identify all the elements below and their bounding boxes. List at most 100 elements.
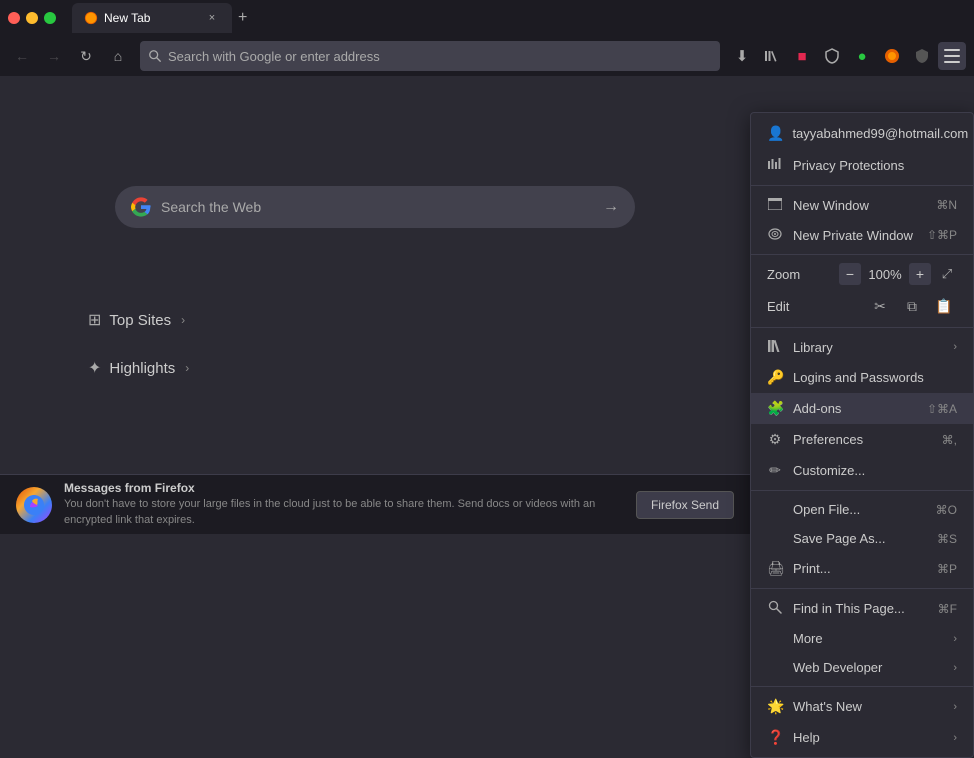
zoom-out-button[interactable]: − bbox=[839, 263, 861, 285]
help-item[interactable]: ❓ Help › bbox=[751, 722, 973, 753]
save-page-label: Save Page As... bbox=[767, 531, 927, 546]
page-wrapper: → ⊞ Top Sites › ✦ Highlights › bbox=[0, 76, 974, 534]
whats-new-item[interactable]: 🌟 What's New › bbox=[751, 691, 973, 722]
help-label: Help bbox=[793, 730, 943, 745]
divider-5 bbox=[751, 588, 973, 589]
download-button[interactable]: ⬇ bbox=[728, 42, 756, 70]
paste-button[interactable]: 📋 bbox=[931, 293, 957, 319]
zoom-in-button[interactable]: + bbox=[909, 263, 931, 285]
fox-button[interactable] bbox=[878, 42, 906, 70]
top-sites-arrow-icon: › bbox=[181, 313, 185, 327]
pocket-button[interactable]: ■ bbox=[788, 42, 816, 70]
whats-new-label: What's New bbox=[793, 699, 943, 714]
print-label: Print... bbox=[793, 561, 927, 576]
library-button[interactable] bbox=[758, 42, 786, 70]
private-window-label: New Private Window bbox=[793, 228, 917, 243]
account-email: tayyabahmed99@hotmail.com bbox=[792, 126, 968, 141]
zoom-label: Zoom bbox=[767, 267, 831, 282]
monitor-button[interactable]: ● bbox=[848, 42, 876, 70]
highlights-item[interactable]: ✦ Highlights › bbox=[80, 354, 197, 382]
help-icon: ❓ bbox=[767, 729, 783, 746]
forward-button[interactable]: → bbox=[40, 42, 68, 70]
new-window-item[interactable]: New Window ⌘N bbox=[751, 190, 973, 220]
add-ons-shortcut: ⇧⌘A bbox=[927, 402, 957, 416]
account-icon: 👤 bbox=[767, 125, 784, 142]
more-label: More bbox=[767, 631, 943, 646]
nav-bar: ← → ↻ ⌂ ⬇ ■ ● bbox=[0, 36, 974, 76]
shield2-button[interactable] bbox=[908, 42, 936, 70]
open-file-item[interactable]: Open File... ⌘O bbox=[751, 495, 973, 524]
address-bar[interactable] bbox=[140, 41, 720, 71]
close-button[interactable] bbox=[8, 12, 20, 24]
private-window-icon bbox=[767, 227, 783, 243]
copy-button[interactable]: ⧉ bbox=[899, 293, 925, 319]
customize-label: Customize... bbox=[793, 463, 957, 478]
library-arrow-icon: › bbox=[953, 341, 957, 353]
web-dev-label: Web Developer bbox=[767, 660, 943, 675]
add-ons-item[interactable]: 🧩 Add-ons ⇧⌘A bbox=[751, 393, 973, 424]
google-search-bar[interactable]: → bbox=[115, 186, 635, 228]
menu-button[interactable] bbox=[938, 42, 966, 70]
highlights-icon: ✦ bbox=[88, 358, 101, 378]
search-icon bbox=[148, 49, 162, 63]
zoom-controls: − 100% + ⤢ bbox=[839, 263, 957, 285]
left-panel: → ⊞ Top Sites › ✦ Highlights › bbox=[0, 76, 750, 534]
back-button[interactable]: ← bbox=[8, 42, 36, 70]
library-item[interactable]: Library › bbox=[751, 332, 973, 362]
customize-icon: ✏ bbox=[767, 462, 783, 479]
logins-passwords-item[interactable]: 🔑 Logins and Passwords bbox=[751, 362, 973, 393]
edit-label: Edit bbox=[767, 299, 859, 314]
reload-button[interactable]: ↻ bbox=[72, 42, 100, 70]
highlights-label: Highlights bbox=[109, 360, 175, 377]
divider-4 bbox=[751, 490, 973, 491]
account-menu-item[interactable]: 👤 tayyabahmed99@hotmail.com › bbox=[751, 117, 973, 150]
more-arrow-icon: › bbox=[953, 633, 957, 645]
print-shortcut: ⌘P bbox=[937, 562, 957, 576]
more-item[interactable]: More › bbox=[751, 624, 973, 653]
notification-content: Messages from Firefox You don't have to … bbox=[64, 481, 624, 528]
notification-button[interactable]: Firefox Send bbox=[636, 491, 734, 519]
window-controls bbox=[8, 12, 56, 24]
divider-2 bbox=[751, 254, 973, 255]
new-tab-button[interactable]: + bbox=[232, 9, 253, 27]
tab-title: New Tab bbox=[104, 11, 198, 25]
zoom-value: 100% bbox=[867, 267, 903, 282]
privacy-protections-item[interactable]: Privacy Protections bbox=[751, 150, 973, 181]
tab-close-button[interactable]: × bbox=[204, 10, 220, 26]
new-window-shortcut: ⌘N bbox=[936, 198, 957, 212]
help-arrow-icon: › bbox=[953, 732, 957, 744]
top-sites-icon: ⊞ bbox=[88, 310, 101, 330]
highlights-arrow-icon: › bbox=[185, 361, 189, 375]
google-search-input[interactable] bbox=[161, 199, 593, 215]
title-bar: New Tab × + bbox=[0, 0, 974, 36]
divider-6 bbox=[751, 686, 973, 687]
active-tab[interactable]: New Tab × bbox=[72, 3, 232, 33]
top-sites-item[interactable]: ⊞ Top Sites › bbox=[80, 306, 197, 334]
customize-item[interactable]: ✏ Customize... bbox=[751, 455, 973, 486]
cut-button[interactable]: ✂ bbox=[867, 293, 893, 319]
open-file-label: Open File... bbox=[767, 502, 926, 517]
toolbar-icons: ⬇ ■ ● bbox=[728, 42, 966, 70]
new-window-icon bbox=[767, 197, 783, 213]
zoom-expand-button[interactable]: ⤢ bbox=[937, 264, 957, 284]
maximize-button[interactable] bbox=[44, 12, 56, 24]
notification-bar: Messages from Firefox You don't have to … bbox=[0, 474, 750, 534]
home-button[interactable]: ⌂ bbox=[104, 42, 132, 70]
find-in-page-item[interactable]: Find in This Page... ⌘F bbox=[751, 593, 973, 624]
url-input[interactable] bbox=[168, 49, 708, 64]
edit-row: Edit ✂ ⧉ 📋 bbox=[751, 289, 973, 323]
preferences-item[interactable]: ⚙ Preferences ⌘, bbox=[751, 424, 973, 455]
print-item[interactable]: 🖨 Print... ⌘P bbox=[751, 553, 973, 584]
minimize-button[interactable] bbox=[26, 12, 38, 24]
zoom-row: Zoom − 100% + ⤢ bbox=[751, 259, 973, 289]
new-private-window-item[interactable]: New Private Window ⇧⌘P bbox=[751, 220, 973, 250]
notification-title: Messages from Firefox bbox=[64, 481, 624, 495]
web-developer-item[interactable]: Web Developer › bbox=[751, 653, 973, 682]
save-page-item[interactable]: Save Page As... ⌘S bbox=[751, 524, 973, 553]
preferences-icon: ⚙ bbox=[767, 431, 783, 448]
print-icon: 🖨 bbox=[767, 560, 783, 577]
divider-1 bbox=[751, 185, 973, 186]
privacy-protections-label: Privacy Protections bbox=[793, 158, 957, 173]
find-icon bbox=[767, 600, 783, 617]
shield-button[interactable] bbox=[818, 42, 846, 70]
